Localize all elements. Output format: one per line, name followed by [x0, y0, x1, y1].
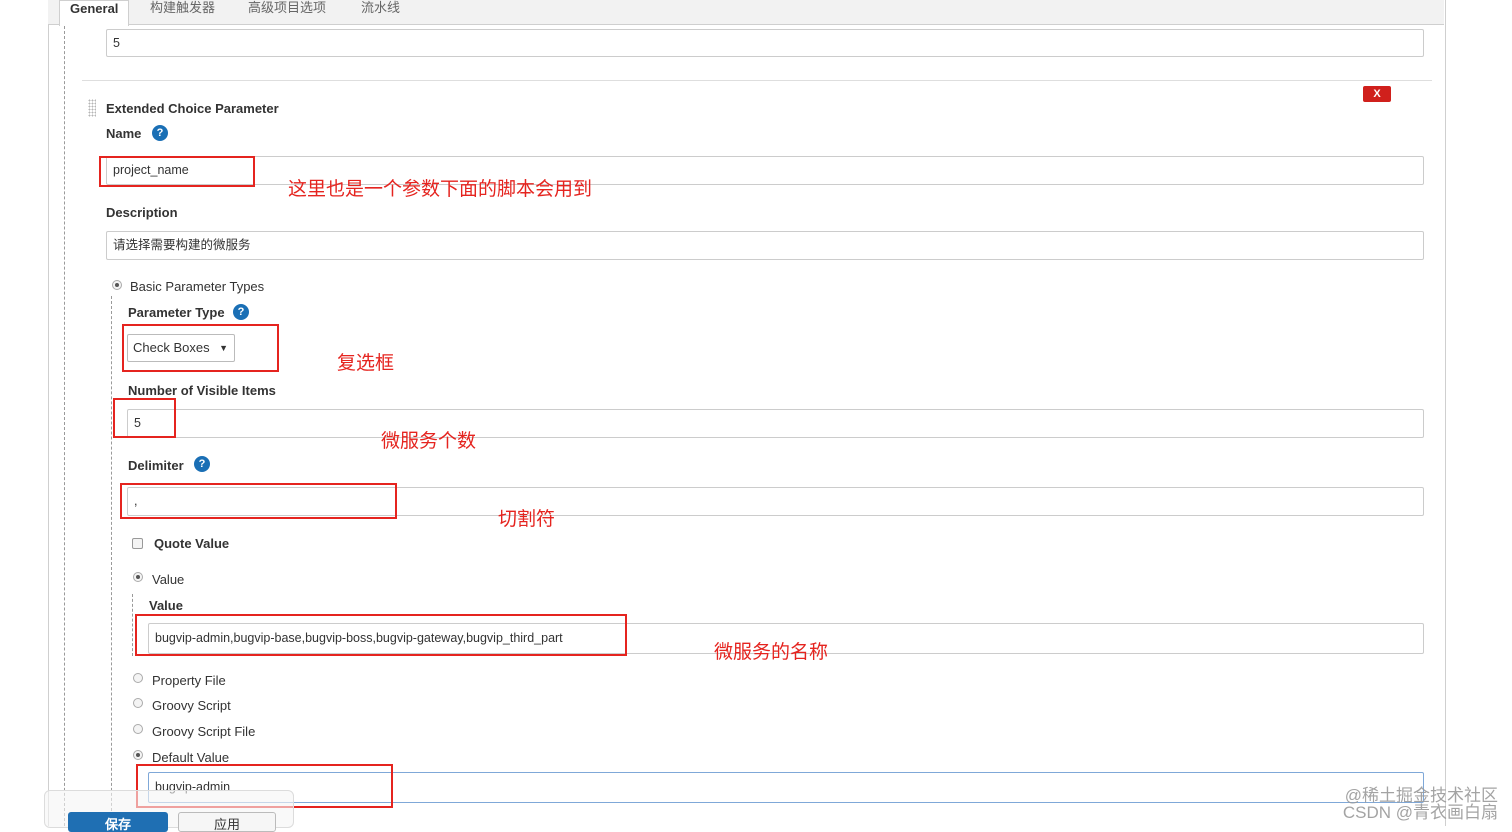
groovy-script-radio[interactable]	[133, 698, 143, 708]
tab-general[interactable]: General	[59, 0, 130, 26]
value-radio-label: Value	[152, 572, 185, 587]
save-button[interactable]: 保存	[68, 812, 168, 832]
annotation-box-value	[135, 614, 627, 656]
annotation-box-name	[99, 156, 255, 187]
default-value-radio[interactable]	[133, 750, 143, 760]
previous-param-field[interactable]: 5	[106, 29, 1424, 57]
description-label: Description	[106, 205, 178, 220]
section-divider	[82, 80, 1432, 81]
groovy-script-file-radio[interactable]	[133, 724, 143, 734]
annotation-name-note: 这里也是一个参数下面的脚本会用到	[288, 179, 593, 200]
value-guide-line	[132, 594, 133, 656]
property-file-radio[interactable]	[133, 673, 143, 683]
tab-advanced-options[interactable]: 高级项目选项	[248, 0, 326, 24]
drag-handle-icon[interactable]	[88, 99, 96, 117]
annotation-delimiter-note: 切割符	[498, 509, 556, 530]
basic-param-types-label: Basic Parameter Types	[130, 279, 265, 294]
basic-types-guide-line	[111, 296, 112, 826]
param-type-label: Parameter Type	[128, 305, 225, 320]
section-title: Extended Choice Parameter	[106, 101, 279, 116]
name-label: Name	[106, 126, 142, 141]
section-guide-line	[64, 26, 65, 826]
apply-button[interactable]: 应用	[178, 812, 276, 832]
groovy-script-file-label: Groovy Script File	[152, 724, 256, 739]
watermark-line-2: CSDN @青衣画白扇	[1342, 803, 1498, 822]
description-input[interactable]: 请选择需要构建的微服务	[106, 231, 1424, 260]
quote-value-checkbox[interactable]	[132, 538, 143, 549]
groovy-script-label: Groovy Script	[152, 698, 231, 713]
annotation-type-note: 复选框	[337, 353, 395, 374]
help-icon[interactable]: ?	[194, 456, 210, 472]
help-icon[interactable]: ?	[233, 304, 249, 320]
annotation-value-note: 微服务的名称	[714, 642, 829, 663]
visible-items-input[interactable]: 5	[127, 409, 1424, 438]
quote-value-label: Quote Value	[154, 536, 230, 551]
basic-param-types-radio[interactable]	[112, 280, 122, 290]
tab-pipeline[interactable]: 流水线	[361, 0, 400, 24]
annotation-count-note: 微服务个数	[381, 431, 477, 452]
delimiter-label: Delimiter	[128, 458, 184, 473]
default-value-label: Default Value	[152, 750, 230, 765]
annotation-box-count	[113, 398, 176, 438]
delete-parameter-button[interactable]: X	[1363, 86, 1391, 102]
property-file-label: Property File	[152, 673, 226, 688]
annotation-box-delimiter	[120, 483, 397, 519]
tab-build-triggers[interactable]: 构建触发器	[150, 0, 215, 24]
value-label: Value	[149, 598, 183, 613]
value-radio[interactable]	[133, 572, 143, 582]
visible-items-label: Number of Visible Items	[128, 383, 276, 398]
annotation-box-type	[122, 324, 279, 372]
help-icon[interactable]: ?	[152, 125, 168, 141]
